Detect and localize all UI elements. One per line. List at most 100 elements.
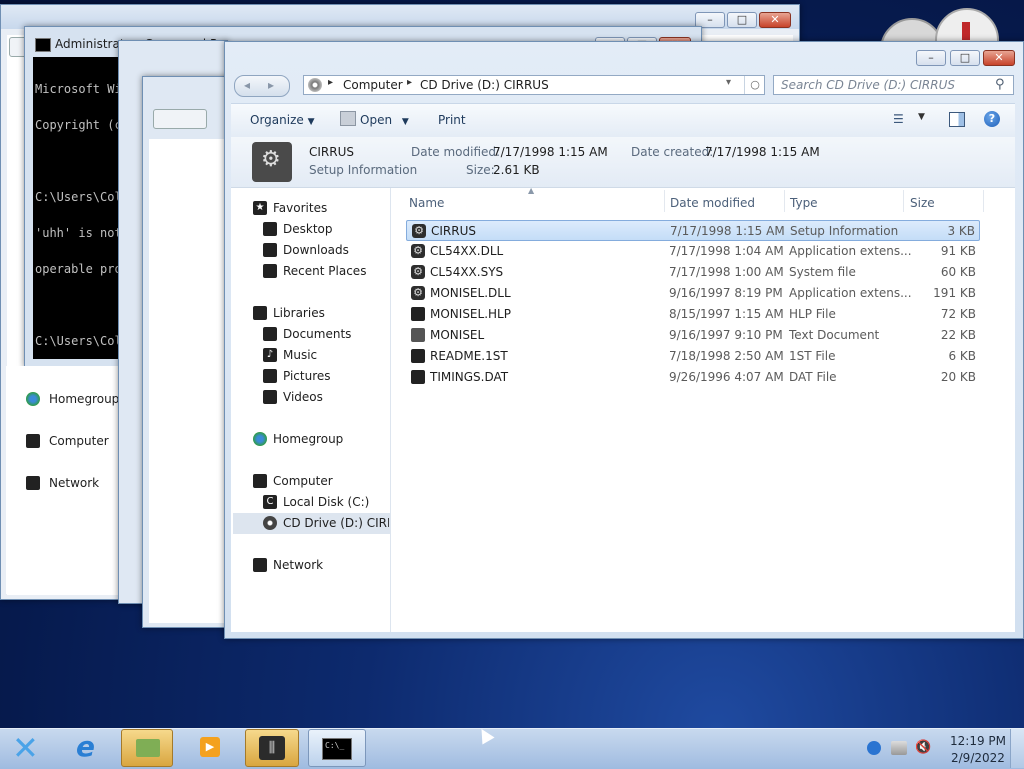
documents-icon	[263, 327, 277, 341]
search-icon[interactable]: ⚲	[995, 77, 1005, 92]
file-icon	[411, 349, 425, 363]
open-button[interactable]: Open ▼	[340, 111, 409, 129]
column-header-date[interactable]: Date modified	[670, 194, 755, 212]
computer-icon	[253, 474, 267, 488]
maximize-button[interactable]: □	[950, 50, 980, 66]
dll-gear-icon: ⚙	[411, 244, 425, 258]
change-view-icon[interactable]: ☰	[893, 112, 909, 126]
column-header-type[interactable]: Type	[790, 194, 818, 212]
detail-date-modified-label: Date modified:	[411, 145, 501, 159]
detail-size: 2.61 KB	[493, 163, 540, 177]
detail-size-label: Size:	[466, 163, 495, 177]
downloads-icon	[263, 243, 277, 257]
column-header-size[interactable]: Size	[910, 194, 935, 212]
column-header-name[interactable]: Name	[409, 194, 444, 212]
setup-gear-icon: ⚙	[252, 142, 292, 182]
mixer-icon: ⫼	[259, 736, 285, 760]
breadcrumb-computer[interactable]: Computer	[343, 78, 403, 92]
detail-name: CIRRUS	[309, 145, 354, 159]
computer-icon	[26, 434, 40, 448]
back-explorer-nav: Homegroup Computer Network	[6, 366, 119, 594]
detail-date-created: 7/17/1998 1:15 AM	[705, 145, 820, 159]
column-separator[interactable]	[983, 190, 984, 212]
file-row[interactable]: ⚙ MONISEL.DLL 9/16/1997 8:19 PM Applicat…	[406, 283, 980, 304]
homegroup-icon	[26, 392, 40, 406]
videos-icon	[263, 390, 277, 404]
breadcrumb-separator-icon: ▸	[328, 77, 334, 88]
clock-time[interactable]: 12:19 PM	[950, 734, 1006, 748]
dropdown-arrow-icon: ▼	[307, 117, 315, 127]
navigation-pane: ★ Favorites Desktop Downloads Recent Pla…	[231, 188, 391, 632]
close-button[interactable]: ✕	[759, 12, 791, 28]
search-placeholder: Search CD Drive (D:) CIRRUS	[781, 78, 955, 92]
file-row[interactable]: ⚙ CIRRUS 7/17/1998 1:15 AM Setup Informa…	[406, 220, 980, 241]
column-separator[interactable]	[903, 190, 904, 212]
preview-pane-icon[interactable]	[949, 112, 965, 127]
show-desktop-button[interactable]	[1010, 729, 1024, 768]
internet-explorer-button[interactable]: e	[64, 729, 118, 767]
detail-type: Setup Information	[309, 163, 418, 177]
minimize-button[interactable]: –	[916, 50, 946, 66]
cd-drive-icon	[308, 78, 322, 92]
internet-explorer-icon: e	[76, 730, 95, 763]
sort-indicator-icon: ▲	[528, 186, 535, 195]
media-player-button[interactable]: ▶	[184, 729, 238, 767]
clock-date[interactable]: 2/9/2022	[951, 751, 1005, 765]
breadcrumb-separator-icon: ▸	[407, 77, 413, 88]
start-button[interactable]: ✕	[6, 730, 48, 766]
open-icon	[340, 111, 356, 126]
volume-muted-icon[interactable]: 🔇	[915, 740, 931, 755]
local-disk-icon: C	[263, 495, 277, 509]
maximize-button[interactable]: □	[727, 12, 757, 28]
pictures-icon	[263, 369, 277, 383]
address-dropdown-icon[interactable]: ▾	[726, 77, 731, 88]
back-button[interactable]	[153, 109, 207, 129]
file-row[interactable]: README.1ST 7/18/1998 2:50 AM 1ST File 6 …	[406, 346, 980, 367]
bluetooth-tray-icon[interactable]	[867, 741, 881, 755]
mixer-button[interactable]: ⫼	[245, 729, 299, 767]
command-prompt-button[interactable]: C:\_	[308, 729, 366, 767]
media-player-icon: ▶	[200, 737, 220, 757]
help-icon[interactable]: ?	[984, 111, 1000, 127]
libraries-icon	[253, 306, 267, 320]
view-dropdown-icon[interactable]: ▼	[918, 112, 925, 122]
file-row[interactable]: MONISEL 9/16/1997 9:10 PM Text Document …	[406, 325, 980, 346]
forward-arrow-icon[interactable]: ▸	[268, 78, 274, 92]
back-arrow-icon[interactable]: ◂	[244, 78, 250, 92]
music-icon: ♪	[263, 348, 277, 362]
detail-date-modified: 7/17/1998 1:15 AM	[493, 145, 608, 159]
nav-cd-drive[interactable]: CD Drive (D:) CIRRUS	[263, 513, 389, 534]
print-button[interactable]: Print	[438, 111, 466, 129]
file-row[interactable]: ⚙ CL54XX.DLL 7/17/1998 1:04 AM Applicati…	[406, 241, 980, 262]
file-icon	[411, 307, 425, 321]
column-separator[interactable]	[664, 190, 665, 212]
file-row[interactable]: TIMINGS.DAT 9/26/1996 4:07 AM DAT File 2…	[406, 367, 980, 388]
address-bar[interactable]: ▸ Computer ▸ CD Drive (D:) CIRRUS ▾ ○	[303, 75, 765, 95]
close-button[interactable]: ✕	[983, 50, 1015, 66]
star-icon: ★	[253, 201, 267, 215]
file-row[interactable]: MONISEL.HLP 8/15/1997 1:15 AM HLP File 7…	[406, 304, 980, 325]
search-box[interactable]: Search CD Drive (D:) CIRRUS ⚲	[773, 75, 1014, 95]
dll-gear-icon: ⚙	[411, 286, 425, 300]
folder-icon	[136, 739, 160, 757]
sys-gear-icon: ⚙	[411, 265, 425, 279]
network-icon	[26, 476, 40, 490]
desktop-icon	[263, 222, 277, 236]
file-icon	[411, 370, 425, 384]
detail-date-created-label: Date created:	[631, 145, 714, 159]
middle-window-2[interactable]	[142, 76, 234, 628]
text-document-icon	[411, 328, 425, 342]
command-prompt-icon: C:\_	[322, 738, 352, 760]
organize-button[interactable]: Organize ▼	[250, 111, 315, 129]
breadcrumb-cd-drive[interactable]: CD Drive (D:) CIRRUS	[420, 78, 549, 92]
back-forward-buttons[interactable]: ◂ ▸	[234, 75, 290, 97]
dropdown-arrow-icon: ▼	[401, 117, 409, 127]
network-tray-icon[interactable]	[891, 741, 907, 755]
column-separator[interactable]	[784, 190, 785, 212]
cd-drive-icon	[263, 516, 277, 530]
refresh-icon[interactable]: ○	[744, 76, 765, 94]
start-x-icon: ✕	[12, 729, 39, 767]
file-row[interactable]: ⚙ CL54XX.SYS 7/17/1998 1:00 AM System fi…	[406, 262, 980, 283]
network-icon	[253, 558, 267, 572]
file-explorer-button[interactable]	[121, 729, 173, 767]
